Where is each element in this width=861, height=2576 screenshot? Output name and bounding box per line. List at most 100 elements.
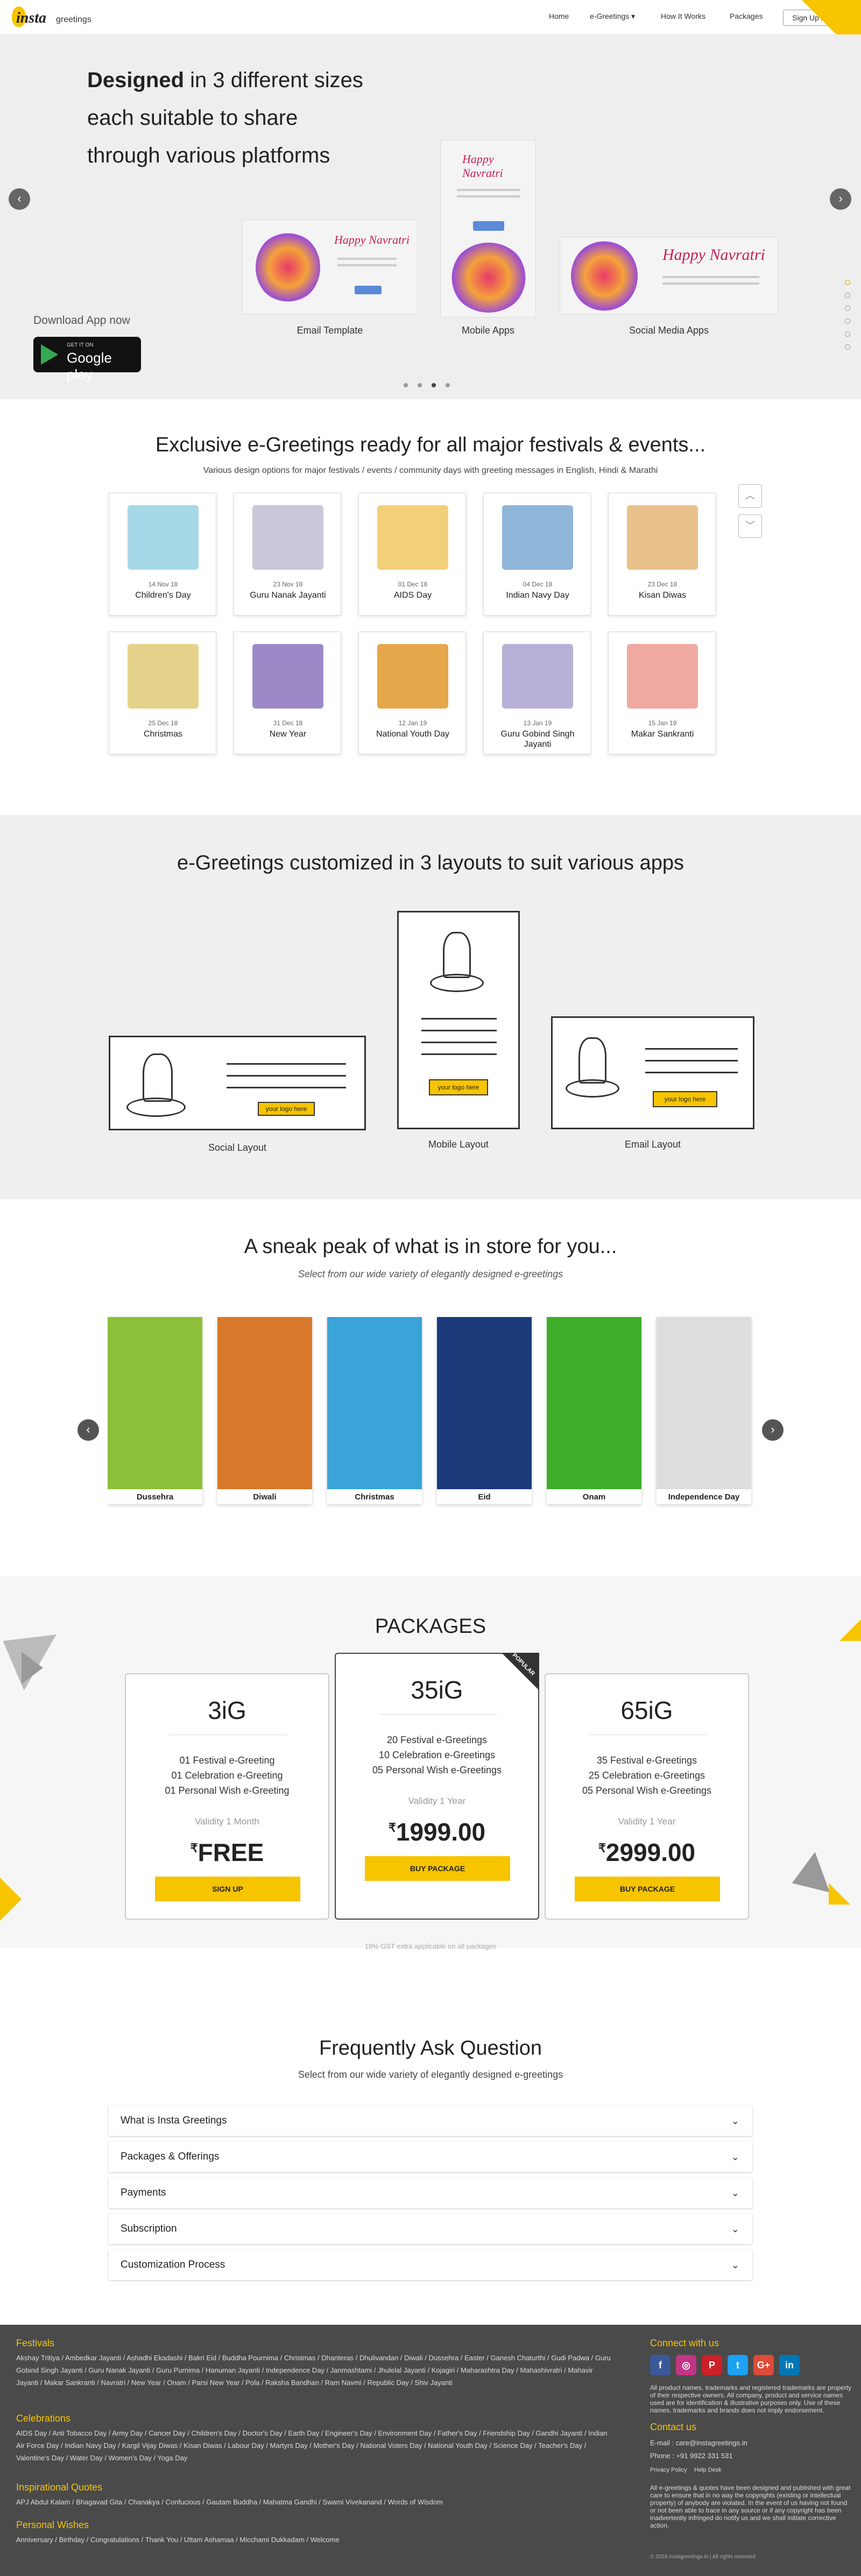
privacy-policy-link[interactable]: Privacy Policy — [650, 2466, 687, 2474]
google-plus-icon[interactable]: G+ — [753, 2355, 774, 2375]
carousel-next-button[interactable]: › — [762, 1419, 784, 1441]
social-layout-illustration: your logo here — [109, 1036, 366, 1130]
section-dot[interactable] — [845, 344, 850, 350]
greeting-card[interactable]: Independence Day — [657, 1317, 751, 1504]
section-dot[interactable] — [845, 331, 850, 337]
price-value: 1999.00 — [396, 1818, 486, 1846]
nav-egreetings[interactable]: e-Greetings ▾ — [590, 12, 635, 21]
hero-next-button[interactable]: › — [830, 188, 851, 210]
package-list: 3iG 01 Festival e-Greeting 01 Celebration … — [0, 1652, 861, 1924]
package-feature: 05 Personal Wish e-Greetings — [372, 1765, 502, 1775]
festival-card[interactable]: 15 Jan 19 Makar Sankranti — [608, 632, 716, 754]
faq-item[interactable]: Packages & Offerings ⌄ — [109, 2142, 752, 2172]
footer-email[interactable]: E-mail : care@instagreetings.in — [650, 2439, 747, 2447]
greeting-card[interactable]: Onam — [547, 1317, 641, 1504]
faq-item[interactable]: What is Insta Greetings ⌄ — [109, 2106, 752, 2136]
footer-celebrations-links[interactable]: AIDS Day / Anti Tobacco Day / Army Day /… — [16, 2427, 613, 2464]
footer-wishes-links[interactable]: Anniversary / Birthday / Congratulations… — [16, 2533, 613, 2546]
greeting-card[interactable]: Dussehra — [108, 1317, 202, 1504]
greeting-image — [547, 1317, 641, 1489]
section-dot[interactable] — [845, 306, 850, 311]
festival-name: Makar Sankranti — [631, 730, 694, 739]
footer-festivals-links[interactable]: Akshay Tritiya / Ambedkar Jayanti / Asha… — [16, 2352, 613, 2389]
section-dot-active[interactable] — [845, 280, 850, 285]
slide-dot[interactable] — [404, 383, 408, 387]
festival-card[interactable]: 04 Dec 18 Indian Navy Day — [483, 493, 591, 615]
hero-prev-button[interactable]: ‹ — [9, 188, 30, 210]
festival-date: 12 Jan 19 — [398, 719, 427, 727]
section-dot[interactable] — [845, 319, 850, 324]
carousel-prev-button[interactable]: ‹ — [77, 1419, 99, 1441]
festival-card[interactable]: 23 Nov 18 Guru Nanak Jayanti — [234, 493, 341, 615]
logo-placeholder: your logo here — [653, 1091, 717, 1107]
festival-thumbnail — [252, 644, 323, 709]
nav-home[interactable]: Home — [549, 12, 569, 20]
package-validity: Validity 1 Year — [618, 1816, 676, 1827]
festival-card[interactable]: 23 Dec 18 Kisan Diwas — [608, 493, 716, 615]
logo-text: insta — [16, 10, 47, 26]
package-name: 3iG — [208, 1696, 246, 1724]
faq-question: Subscription — [121, 2223, 177, 2234]
section-dot[interactable] — [845, 293, 850, 298]
slide-dot-active[interactable] — [432, 383, 436, 387]
festival-name: Indian Navy Day — [506, 591, 569, 600]
twitter-icon[interactable]: t — [728, 2355, 748, 2375]
nav-how-it-works[interactable]: How It Works — [661, 12, 705, 20]
festival-card[interactable]: 14 Nov 18 Children's Day — [109, 493, 216, 615]
festival-card[interactable]: 25 Dec 18 Christmas — [109, 632, 216, 754]
festival-name: Children's Day — [135, 591, 191, 600]
festival-date: 13 Jan 19 — [523, 719, 552, 727]
package-card: 65iG 35 Festival e-Greetings 25 Celebratio… — [545, 1673, 749, 1920]
price-value: FREE — [197, 1838, 264, 1866]
package-button[interactable]: SIGN UP — [155, 1877, 300, 1901]
google-play-button[interactable]: GET IT ON Google play — [33, 337, 141, 383]
logo[interactable]: insta greetings — [12, 5, 130, 28]
package-button[interactable]: BUY PACKAGE — [575, 1877, 720, 1901]
help-desk-link[interactable]: Help Desk — [694, 2466, 722, 2474]
facebook-icon[interactable]: f — [650, 2355, 671, 2375]
email-layout-illustration: your logo here — [551, 1016, 754, 1129]
greeting-card[interactable]: Christmas — [327, 1317, 422, 1504]
play-icon — [41, 344, 58, 365]
festival-card[interactable]: 01 Dec 18 AIDS Day — [358, 493, 466, 615]
festival-date: 04 Dec 18 — [523, 581, 553, 588]
greeting-image — [217, 1317, 312, 1489]
footer-phone[interactable]: Phone : +91 9922 331 531 — [650, 2452, 733, 2460]
scroll-down-button[interactable]: ﹀ — [738, 514, 762, 538]
caret-down-icon: ▾ — [631, 12, 636, 20]
festival-card[interactable]: 13 Jan 19 Guru Gobind Singh Jayanti — [483, 632, 591, 754]
dancer-art — [256, 232, 320, 303]
packages-title: PACKAGES — [375, 1615, 486, 1638]
nav-packages[interactable]: Packages — [730, 12, 763, 20]
package-price: ₹2999.00 — [546, 1838, 748, 1867]
instagram-icon[interactable]: ◎ — [676, 2355, 696, 2375]
label-social-layout: Social Layout — [208, 1142, 267, 1153]
slide-dot[interactable] — [446, 383, 450, 387]
faq-item[interactable]: Customization Process ⌄ — [109, 2250, 752, 2280]
caption-mobile: Mobile Apps — [461, 325, 515, 336]
festival-card[interactable]: 31 Dec 18 New Year — [234, 632, 341, 754]
festival-name: Kisan Diwas — [638, 591, 687, 600]
faq-item[interactable]: Subscription ⌄ — [109, 2214, 752, 2244]
slide-dot[interactable] — [418, 383, 422, 387]
card-title: Happy Navratri — [334, 233, 410, 246]
package-button[interactable]: BUY PACKAGE — [365, 1856, 510, 1881]
package-feature: 01 Celebration e-Greeting — [171, 1770, 283, 1781]
faq-item[interactable]: Payments ⌄ — [109, 2178, 752, 2208]
faq-question: Customization Process — [121, 2259, 225, 2270]
greeting-card[interactable]: Eid — [437, 1317, 532, 1504]
greeting-card[interactable]: Diwali — [217, 1317, 312, 1504]
festivals-subtitle: Various design options for major festiva… — [203, 466, 658, 475]
faq-question: Payments — [121, 2187, 166, 2198]
greeting-label: Eid — [478, 1492, 491, 1502]
hero-line3: through various platforms — [87, 144, 330, 167]
greeting-image — [327, 1317, 422, 1489]
footer-quotes-links[interactable]: APJ Abdul Kalam / Bhagavad Gita / Chanak… — [16, 2496, 613, 2508]
festival-name: Guru Gobind Singh Jayanti — [500, 730, 575, 749]
linkedin-icon[interactable]: in — [779, 2355, 800, 2375]
festival-card[interactable]: 12 Jan 19 National Youth Day — [358, 632, 466, 754]
caption-social: Social Media Apps — [629, 325, 709, 336]
pinterest-icon[interactable]: P — [702, 2355, 722, 2375]
scroll-up-button[interactable]: ︿ — [738, 484, 762, 508]
greeting-image — [108, 1317, 202, 1489]
